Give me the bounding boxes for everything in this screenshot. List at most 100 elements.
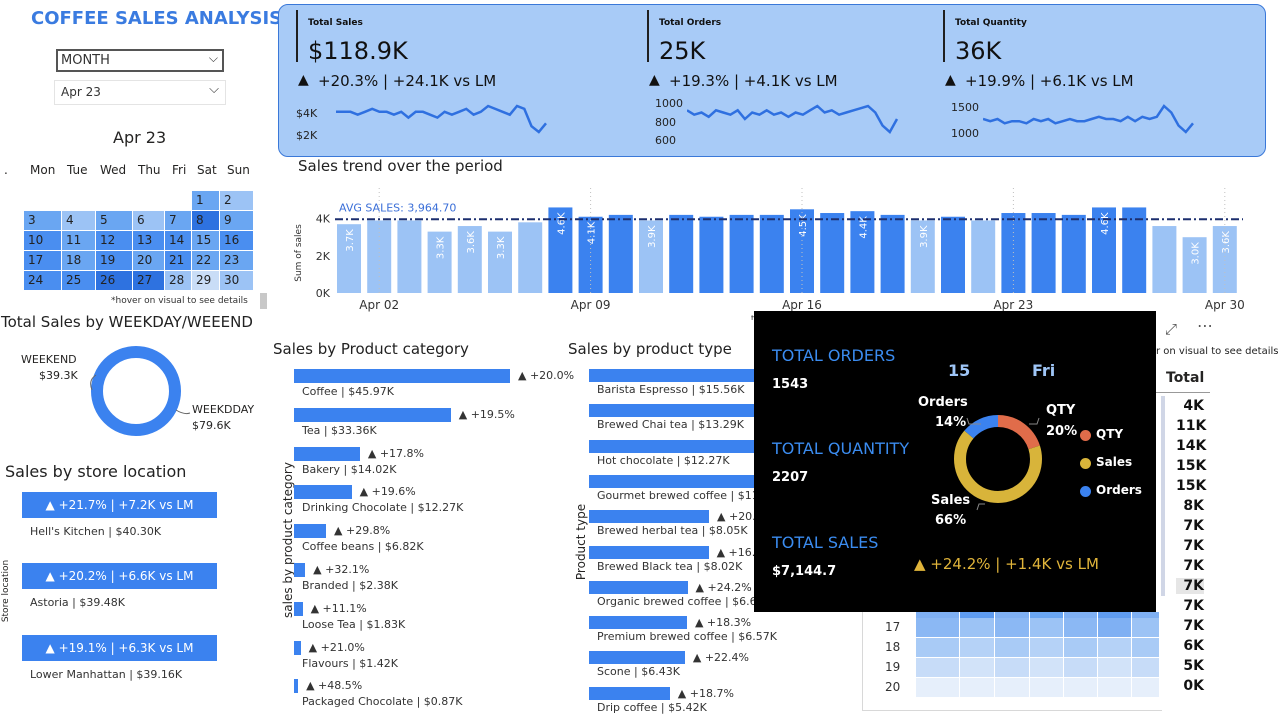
- calendar-day-23[interactable]: 23: [220, 251, 253, 270]
- heatmap-cell[interactable]: [1132, 618, 1159, 637]
- heatmap-cell[interactable]: [995, 678, 1029, 697]
- month-select[interactable]: Apr 23 ⌵: [54, 80, 226, 105]
- calendar-day-18[interactable]: 18: [62, 251, 95, 270]
- calendar-day-27[interactable]: 27: [133, 271, 164, 290]
- calendar-day-26[interactable]: 26: [96, 271, 132, 290]
- calendar-day-25[interactable]: 25: [62, 271, 95, 290]
- calendar-day-17[interactable]: 17: [24, 251, 61, 270]
- ptype-bar[interactable]: [589, 545, 709, 559]
- calendar-day-22[interactable]: 22: [192, 251, 219, 270]
- heatmap-cell[interactable]: [960, 658, 994, 677]
- heatmap-cell[interactable]: [916, 678, 959, 697]
- heatmap-cell[interactable]: [1030, 638, 1063, 657]
- heatmap-cell[interactable]: [1132, 638, 1159, 657]
- heatmap-cell[interactable]: [916, 658, 959, 677]
- heatmap-cell[interactable]: [960, 678, 994, 697]
- category-bar[interactable]: [294, 524, 327, 539]
- heatmap-cell[interactable]: [1064, 658, 1097, 677]
- heatmap-cell[interactable]: [995, 618, 1029, 637]
- scrollbar[interactable]: [260, 293, 267, 309]
- heatmap-scrollbar[interactable]: [1161, 396, 1165, 596]
- calendar-day-29[interactable]: 29: [192, 271, 219, 290]
- trend-bar: [1001, 213, 1026, 293]
- category-bar[interactable]: [294, 563, 306, 577]
- calendar-day-5[interactable]: 5: [96, 211, 132, 230]
- heatmap-cell[interactable]: [1098, 618, 1131, 637]
- heatmap-cell[interactable]: [1064, 678, 1097, 697]
- heatmap-cell[interactable]: [1030, 618, 1063, 637]
- kpi-divider: [296, 10, 298, 62]
- calendar-day-1[interactable]: 1: [192, 191, 219, 210]
- trend-bar: [880, 214, 905, 293]
- category-bar[interactable]: [294, 407, 451, 422]
- heatmap-cell[interactable]: [1030, 678, 1063, 697]
- calendar-day-20[interactable]: 20: [133, 251, 164, 270]
- category-bar[interactable]: [294, 485, 352, 500]
- tooltip-legend-label: QTY: [1096, 427, 1124, 441]
- calendar-day-4[interactable]: 4: [62, 211, 95, 230]
- calendar-day-30[interactable]: 30: [220, 271, 253, 290]
- ptype-bar[interactable]: [589, 510, 710, 524]
- heatmap-cell[interactable]: [960, 618, 994, 637]
- trend-avg-label: AVG SALES: 3,964.70: [339, 201, 456, 214]
- ptype-bar[interactable]: [589, 439, 772, 453]
- kpi-sparkline-line: [336, 104, 547, 134]
- category-bar[interactable]: [294, 679, 299, 694]
- calendar-day-28[interactable]: 28: [165, 271, 191, 290]
- heatmap-cell[interactable]: [916, 618, 959, 637]
- month-filter-dropdown[interactable]: MONTH ⌵: [56, 49, 224, 72]
- ptype-bar[interactable]: [589, 651, 685, 665]
- heatmap-cell[interactable]: [1098, 678, 1131, 697]
- heatmap-total: 7K: [1176, 578, 1204, 594]
- calendar-day-7[interactable]: 7: [165, 211, 191, 230]
- calendar-day-12[interactable]: 12: [96, 231, 132, 250]
- calendar-day-14[interactable]: 14: [165, 231, 191, 250]
- store-bar[interactable]: ▲ +21.7% | +7.2K vs LM: [22, 492, 217, 518]
- heatmap-cell[interactable]: [960, 638, 994, 657]
- category-label: Tea | $33.36K: [302, 423, 377, 437]
- ptype-bar[interactable]: [589, 686, 670, 700]
- calendar-day-15[interactable]: 15: [192, 231, 219, 250]
- ptype-bar[interactable]: [589, 474, 765, 488]
- heatmap-cell[interactable]: [1030, 658, 1063, 677]
- kpi-sparkline-line: [687, 104, 899, 134]
- category-bar[interactable]: [294, 446, 360, 461]
- heatmap-cell[interactable]: [995, 658, 1029, 677]
- category-bar[interactable]: [294, 601, 303, 616]
- calendar-day-11[interactable]: 11: [62, 231, 95, 250]
- kpi-value: $118.9K: [308, 37, 408, 65]
- category-bar[interactable]: [294, 369, 510, 383]
- weekday-label-wed: Wed: [100, 163, 127, 177]
- category-bar[interactable]: [294, 640, 301, 655]
- calendar-day-2[interactable]: 2: [220, 191, 253, 210]
- heatmap-cell[interactable]: [1098, 658, 1131, 677]
- heatmap-cell[interactable]: [995, 638, 1029, 657]
- calendar-day-8[interactable]: 8: [192, 211, 219, 230]
- calendar-day-9[interactable]: 9: [220, 211, 253, 230]
- calendar-day-21[interactable]: 21: [165, 251, 191, 270]
- store-bar[interactable]: ▲ +20.2% | +6.6K vs LM: [22, 563, 217, 589]
- ptype-title: Sales by product type: [568, 340, 732, 358]
- calendar-day-19[interactable]: 19: [96, 251, 132, 270]
- calendar-day-3[interactable]: 3: [24, 211, 61, 230]
- more-options-icon[interactable]: ⋯: [1197, 316, 1213, 335]
- heatmap-cell[interactable]: [1132, 658, 1159, 677]
- heatmap-cell[interactable]: [1132, 678, 1159, 697]
- tooltip-qty-slice-pct: 20%: [1046, 424, 1078, 439]
- ptype-label: Hot chocolate | $12.27K: [597, 453, 730, 467]
- heatmap-cell[interactable]: [1064, 638, 1097, 657]
- calendar-day-10[interactable]: 10: [24, 231, 61, 250]
- ptype-bar[interactable]: [589, 616, 687, 630]
- calendar-day-13[interactable]: 13: [133, 231, 164, 250]
- calendar-day-16[interactable]: 16: [220, 231, 253, 250]
- heatmap-cell[interactable]: [1098, 638, 1131, 657]
- store-bar[interactable]: ▲ +19.1% | +6.3K vs LM: [22, 635, 217, 661]
- heatmap-cell[interactable]: [1064, 618, 1097, 637]
- calendar-day-6[interactable]: 6: [133, 211, 164, 230]
- heatmap-total: 7K: [1183, 538, 1204, 554]
- calendar-day-24[interactable]: 24: [24, 271, 61, 290]
- heatmap-cell[interactable]: [916, 638, 959, 657]
- ptype-bar[interactable]: [589, 580, 688, 594]
- expand-icon[interactable]: ⤢: [1165, 320, 1177, 338]
- tooltip-change: ▲ +24.2% | +1.4K vs LM: [914, 555, 1099, 573]
